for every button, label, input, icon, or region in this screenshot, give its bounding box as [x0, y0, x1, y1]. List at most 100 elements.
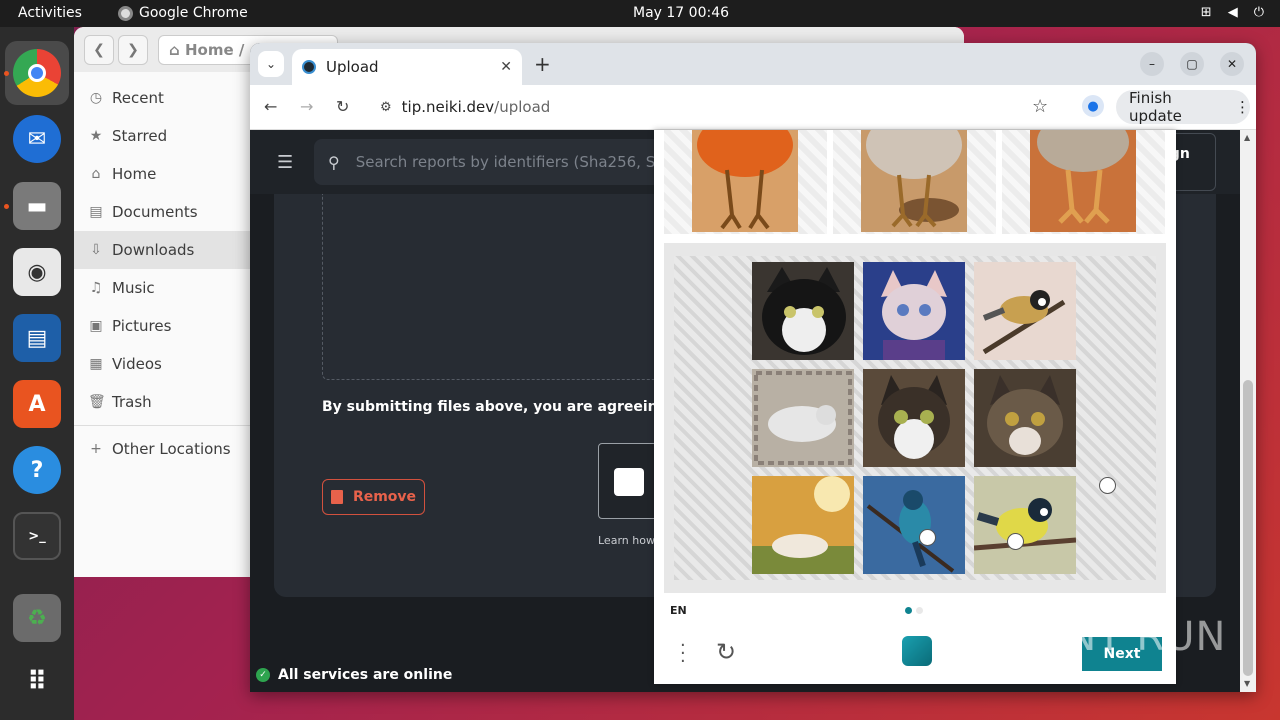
app-grid-icon[interactable]: ⠿	[13, 658, 61, 706]
status-text: All services are online	[278, 667, 453, 683]
url-host: tip.neiki.dev	[401, 98, 495, 116]
grid-cell[interactable]	[974, 369, 1076, 467]
learn-how-link[interactable]: Learn how	[598, 534, 655, 547]
app-center-icon[interactable]: A	[13, 380, 61, 428]
files-icon[interactable]: ▬	[13, 182, 61, 230]
sidebar-item-other-locations[interactable]: + Other Locations	[74, 430, 250, 468]
grid-cell[interactable]	[863, 369, 965, 467]
kebab-menu-icon[interactable]: · · ·	[680, 637, 686, 671]
tab-search-button[interactable]: ⌄	[258, 51, 284, 77]
sidebar-item-home[interactable]: ⌂ Home	[74, 155, 250, 193]
grid-cell[interactable]	[752, 262, 854, 360]
new-tab-button[interactable]: +	[534, 52, 551, 76]
download-icon: ⇩	[90, 242, 102, 258]
watermark-logo: ANY RUN	[1038, 614, 1227, 660]
video-tutorial-button[interactable]	[598, 443, 658, 519]
sidebar-item-label: Home	[112, 165, 157, 183]
network-icon: ⊞	[1200, 5, 1212, 20]
plus-icon: +	[90, 441, 102, 457]
selection-radio[interactable]	[1099, 477, 1116, 494]
example-image	[664, 130, 827, 234]
sidebar-item-label: Other Locations	[112, 440, 231, 458]
cat-image	[752, 476, 854, 574]
sidebar-item-label: Pictures	[112, 317, 172, 335]
sidebar-item-documents[interactable]: ▤ Documents	[74, 193, 250, 231]
sidebar-item-pictures[interactable]: ▣ Pictures	[74, 307, 250, 345]
finish-update-button[interactable]: Finish update ⋮	[1116, 89, 1250, 125]
running-indicator	[4, 204, 9, 209]
chrome-icon	[118, 5, 133, 21]
terminal-icon[interactable]: >_	[13, 512, 61, 560]
grid-cell[interactable]	[863, 476, 965, 574]
star-icon: ★	[89, 128, 103, 144]
grid-cell[interactable]	[863, 262, 965, 360]
address-bar[interactable]: ⚙ tip.neiki.dev /upload	[368, 90, 1058, 124]
home-icon: ⌂	[91, 166, 101, 182]
sidebar-item-label: Documents	[112, 203, 198, 221]
selection-radio[interactable]	[1007, 533, 1024, 550]
help-icon[interactable]: ?	[13, 446, 61, 494]
divider	[74, 425, 250, 426]
hamburger-menu-icon[interactable]: ☰	[277, 154, 295, 172]
scrollbar-thumb[interactable]	[1243, 380, 1253, 676]
selection-radio[interactable]	[919, 529, 936, 546]
example-image	[833, 130, 996, 234]
close-icon[interactable]: ✕	[500, 59, 512, 75]
trash-icon: 🗑	[88, 394, 106, 410]
sidebar-item-recent[interactable]: ◷ Recent	[74, 79, 250, 117]
back-button[interactable]: ❮	[84, 35, 114, 65]
clock[interactable]: May 17 00:46	[633, 5, 729, 21]
video-camera-icon	[614, 468, 644, 496]
system-tray[interactable]: ⊞ ◀ ⏻	[1201, 5, 1264, 20]
tab-upload[interactable]: Upload ✕	[292, 49, 522, 85]
forward-button[interactable]: ❯	[118, 35, 148, 65]
remove-button[interactable]: Remove	[322, 479, 425, 515]
reload-icon[interactable]: ↻	[336, 97, 349, 116]
bird-legs-image	[861, 130, 967, 232]
maximize-button[interactable]: ▢	[1180, 52, 1204, 76]
files-sidebar: ◷ Recent ★ Starred ⌂ Home ▤ Documents ⇩ Downl…	[74, 79, 250, 468]
app-menu[interactable]: Google Chrome	[118, 5, 248, 21]
rhythmbox-icon[interactable]: ◉	[13, 248, 61, 296]
back-arrow-icon[interactable]: ←	[264, 97, 277, 116]
cat-image	[974, 369, 1076, 467]
kebab-menu-icon: ⋮	[1235, 98, 1250, 116]
bookmark-star-icon[interactable]: ☆	[1032, 96, 1048, 117]
cat-image	[752, 262, 854, 360]
minimize-button[interactable]: –	[1140, 52, 1164, 76]
document-icon: ▤	[89, 204, 103, 220]
bird-image	[974, 476, 1076, 574]
sidebar-item-videos[interactable]: ▦ Videos	[74, 345, 250, 383]
activities-button[interactable]: Activities	[18, 5, 82, 21]
refresh-icon[interactable]: ↻	[716, 638, 736, 666]
chrome-icon[interactable]	[13, 49, 61, 97]
page-dot	[916, 607, 923, 614]
scroll-down-arrow-icon[interactable]: ▼	[1244, 679, 1250, 688]
app-name: Google Chrome	[139, 5, 248, 21]
profile-avatar-icon[interactable]: ●	[1082, 95, 1104, 117]
sidebar-item-starred[interactable]: ★ Starred	[74, 117, 250, 155]
page-scrollbar[interactable]: ▲ ▼	[1240, 130, 1256, 692]
running-indicator	[4, 71, 9, 76]
sidebar-item-music[interactable]: ♫ Music	[74, 269, 250, 307]
browser-toolbar: ← → ↻ ⚙ tip.neiki.dev /upload ☆ ● Finish…	[250, 85, 1256, 130]
writer-icon[interactable]: ▤	[13, 314, 61, 362]
site-info-icon[interactable]: ⚙	[380, 100, 392, 115]
site-favicon-icon	[302, 60, 316, 74]
forward-arrow-icon[interactable]: →	[300, 97, 313, 116]
grid-cell[interactable]	[974, 262, 1076, 360]
language-selector[interactable]: EN	[670, 604, 687, 617]
check-circle-icon: ✓	[256, 668, 270, 682]
scroll-up-arrow-icon[interactable]: ▲	[1244, 133, 1250, 142]
trash-icon[interactable]: ♻	[13, 594, 61, 642]
grid-cell[interactable]	[752, 369, 854, 467]
grid-cell[interactable]	[974, 476, 1076, 574]
close-window-button[interactable]: ✕	[1220, 52, 1244, 76]
thunderbird-icon[interactable]: ✉	[13, 115, 61, 163]
music-icon: ♫	[89, 280, 103, 296]
grid-cell[interactable]	[752, 476, 854, 574]
sidebar-item-trash[interactable]: 🗑 Trash	[74, 383, 250, 421]
sidebar-item-downloads[interactable]: ⇩ Downloads	[74, 231, 250, 269]
volume-icon: ◀	[1227, 5, 1238, 20]
bird-legs-image	[1030, 130, 1136, 232]
